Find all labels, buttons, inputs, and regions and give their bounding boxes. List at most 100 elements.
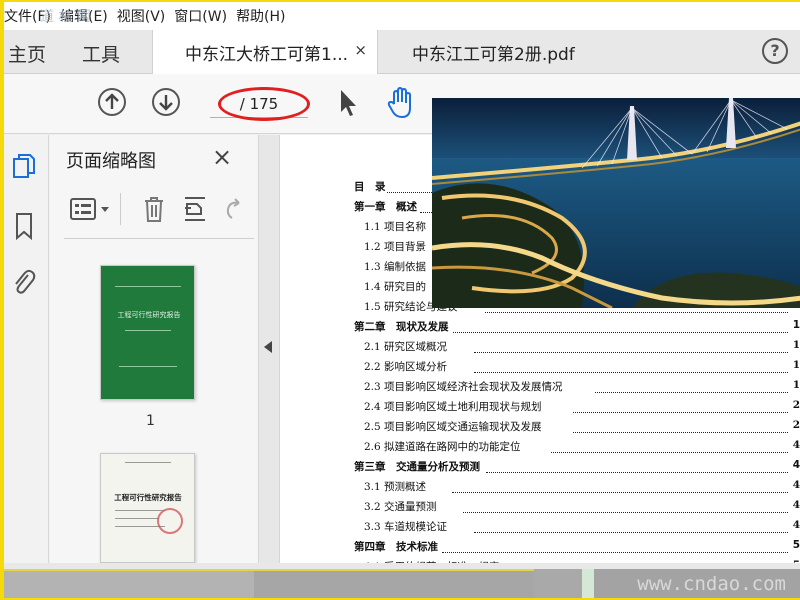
menu-window[interactable]: 窗口(W) bbox=[174, 6, 236, 26]
panel-divider bbox=[64, 238, 254, 239]
page-thumbnail[interactable]: 工程可行性研究报告 bbox=[100, 265, 195, 400]
tab-bar: 主页 工具 中东江大桥工可第1... × 中东江工可第2册.pdf ? bbox=[4, 30, 800, 74]
toc-entry-text: 1.3 编制依据 bbox=[364, 261, 429, 273]
navigation-rail bbox=[4, 135, 49, 563]
toc-entry[interactable]: 2.6 拟建道路在路网中的功能定位 4 bbox=[354, 439, 800, 457]
toc-entry-text: 1.2 项目背景 bbox=[364, 241, 429, 253]
thumbnail-line bbox=[115, 510, 165, 511]
toc-page-number: 4 bbox=[792, 439, 800, 451]
thumbnail-text: 工程可行性研究报告 bbox=[114, 493, 182, 502]
toc-leader-dots bbox=[474, 532, 788, 533]
toc-entry[interactable]: 2.5 项目影响区域交通运输现状及发展 2 bbox=[354, 419, 800, 437]
thumbnail-line bbox=[125, 330, 171, 331]
thumbnail-page-number: 1 bbox=[146, 413, 155, 429]
menu-bar: 文件(F) 编辑(E) 视图(V) 窗口(W) 帮助(H) bbox=[4, 2, 800, 30]
close-tab-icon[interactable]: × bbox=[354, 41, 367, 59]
toc-entry-text: 第一章 概述 bbox=[354, 201, 419, 213]
scroll-down-icon[interactable] bbox=[152, 88, 180, 116]
select-cursor-icon[interactable] bbox=[338, 88, 360, 122]
toc-leader-dots bbox=[551, 452, 788, 453]
status-bar: www.cndao.com bbox=[4, 569, 800, 598]
help-icon[interactable]: ? bbox=[762, 38, 788, 64]
toc-page-number: 1 bbox=[792, 379, 800, 391]
toc-entry-text: 3.3 车道规模论证 bbox=[364, 521, 450, 533]
toc-page-number: 1 bbox=[792, 319, 800, 331]
toc-page-number: 4 bbox=[792, 459, 800, 471]
toc-page-number: 1 bbox=[792, 359, 800, 371]
collapse-panel-icon[interactable] bbox=[264, 341, 272, 353]
toc-leader-dots bbox=[485, 312, 788, 313]
toc-leader-dots bbox=[573, 432, 788, 433]
toc-page-number: 1 bbox=[792, 339, 800, 351]
seal-stamp bbox=[157, 508, 183, 534]
hand-tool-icon[interactable] bbox=[386, 86, 416, 124]
toc-entry[interactable]: 3.2 交通量预测 4 bbox=[354, 499, 800, 517]
document-tab-inactive[interactable]: 中东江工可第2册.pdf bbox=[382, 30, 592, 74]
tab-tools[interactable]: 工具 bbox=[82, 40, 120, 67]
toc-entry[interactable]: 3.3 车道规模论证 4 bbox=[354, 519, 800, 537]
toc-page-number: 2 bbox=[792, 419, 800, 431]
toc-chapter[interactable]: 第四章 技术标准 5 bbox=[354, 539, 800, 557]
status-segment bbox=[582, 569, 594, 598]
toc-leader-dots bbox=[573, 412, 788, 413]
toc-entry-text: 第二章 现状及发展 bbox=[354, 321, 451, 333]
toc-entry-text: 3.1 预测概述 bbox=[364, 481, 429, 493]
panel-splitter[interactable] bbox=[258, 135, 280, 563]
toc-page-number: 2 bbox=[792, 399, 800, 411]
page-thumbnails-icon[interactable] bbox=[10, 153, 38, 183]
menu-view[interactable]: 视图(V) bbox=[117, 6, 175, 26]
toc-entry-text: 2.1 研究区域概况 bbox=[364, 341, 450, 353]
thumbnails-panel: 页面缩略图 × 工程可行性研究报告 1 工程可行性研究报告 bbox=[50, 135, 296, 563]
toc-page-number: 4 bbox=[792, 499, 800, 511]
toc-entry-text: 2.5 项目影响区域交通运输现状及发展 bbox=[364, 421, 544, 433]
attachment-icon[interactable] bbox=[10, 267, 38, 297]
insert-page-icon[interactable] bbox=[182, 195, 208, 227]
site-watermark: www.cndao.com bbox=[637, 573, 786, 595]
status-segment bbox=[254, 569, 534, 598]
panel-toolbar bbox=[64, 191, 244, 227]
toolbar-divider bbox=[120, 193, 121, 225]
toc-entry-text: 2.4 项目影响区域土地利用现状与规划 bbox=[364, 401, 544, 413]
toc-entry-text: 第三章 交通量分析及预测 bbox=[354, 461, 482, 473]
toc-leader-dots bbox=[595, 392, 788, 393]
toc-chapter[interactable]: 第三章 交通量分析及预测 4 bbox=[354, 459, 800, 477]
document-tab-title: 中东江工可第2册.pdf bbox=[412, 44, 575, 65]
document-tab-active[interactable]: 中东江大桥工可第1... × bbox=[152, 30, 378, 74]
document-tab-title: 中东江大桥工可第1... bbox=[185, 44, 349, 65]
toc-entry-text: 3.2 交通量预测 bbox=[364, 501, 439, 513]
rotate-icon[interactable] bbox=[222, 197, 244, 225]
toc-entry-text: 2.2 影响区域分析 bbox=[364, 361, 450, 373]
menu-help[interactable]: 帮助(H) bbox=[236, 6, 294, 26]
toc-entry[interactable]: 2.4 项目影响区域土地利用现状与规划 2 bbox=[354, 399, 800, 417]
toc-entry-text: 1.1 项目名称 bbox=[364, 221, 429, 233]
thumbnail-options-icon[interactable] bbox=[70, 197, 112, 225]
panel-title: 页面缩略图 bbox=[66, 151, 156, 172]
bridge-photo bbox=[432, 98, 800, 308]
scroll-up-icon[interactable] bbox=[98, 88, 126, 116]
status-segment bbox=[4, 569, 254, 598]
toc-entry[interactable]: 3.1 预测概述 4 bbox=[354, 479, 800, 497]
toc-leader-dots bbox=[442, 552, 788, 553]
toc-chapter[interactable]: 第二章 现状及发展 1 bbox=[354, 319, 800, 337]
toc-leader-dots bbox=[452, 492, 788, 493]
toc-page-number: 4 bbox=[792, 519, 800, 531]
toc-page-number: 5 bbox=[792, 539, 800, 551]
thumbnail-text: 工程可行性研究报告 bbox=[117, 311, 181, 319]
bookmark-icon[interactable] bbox=[10, 211, 38, 241]
toc-entry[interactable]: 2.3 项目影响区域经济社会现状及发展情况 1 bbox=[354, 379, 800, 397]
toc-leader-dots bbox=[486, 472, 788, 473]
toc-entry-text: 目 录 bbox=[354, 181, 388, 193]
thumbnail-line bbox=[119, 366, 177, 367]
close-panel-icon[interactable]: × bbox=[212, 143, 232, 171]
toc-entry[interactable]: 2.1 研究区域概况 1 bbox=[354, 339, 800, 357]
site-logo-watermark: 道 林 网 bbox=[40, 9, 91, 25]
tab-home[interactable]: 主页 bbox=[8, 40, 46, 67]
toc-leader-dots bbox=[453, 332, 788, 333]
toc-entry[interactable]: 2.2 影响区域分析 1 bbox=[354, 359, 800, 377]
delete-icon[interactable] bbox=[142, 195, 166, 227]
page-thumbnail[interactable]: 工程可行性研究报告 bbox=[100, 453, 195, 563]
toc-leader-dots bbox=[474, 352, 788, 353]
toc-leader-dots bbox=[463, 512, 788, 513]
annotation-ellipse bbox=[218, 87, 310, 121]
thumbnail-line bbox=[125, 462, 171, 463]
